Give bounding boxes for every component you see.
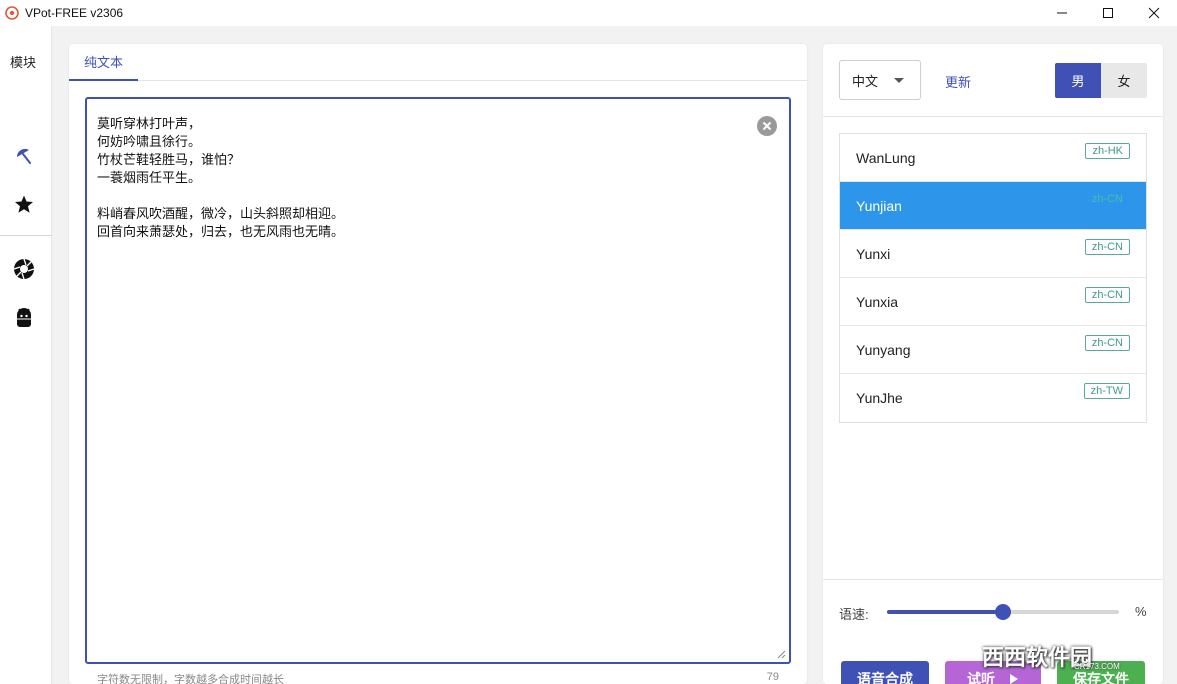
text-input-area[interactable]: 莫听穿林打叶声， 何妨吟啸且徐行。竹杖芒鞋轻胜马，谁怕？ 一蓑烟雨任平生。料峭春风吹… [85,97,791,664]
voice-panel: 中文 更新 男 女 WanLung zh-HK Yunjian zh-CN Yunxi z… [823,44,1163,684]
voice-name: Yunxia [856,293,899,310]
voice-name: YunJhe [856,390,903,406]
panel-divider [823,116,1163,117]
left-nav: 模块 [0,26,52,684]
gender-male-button[interactable]: 男 [1055,63,1101,98]
nav-divider [0,235,52,236]
voice-name: Yunxi [856,245,891,262]
android-icon[interactable] [12,305,36,329]
voice-locale-tag: zh-CN [1084,239,1130,255]
resize-grip-icon[interactable] [776,649,786,659]
voice-item[interactable]: Yunjian zh-CN [840,182,1146,230]
language-value: 中文 [852,73,879,89]
close-button[interactable] [1131,0,1177,26]
voice-list: WanLung zh-HK Yunjian zh-CN Yunxi zh-CN Yunxia… [839,133,1147,423]
voice-name: WanLung [856,149,916,166]
char-limit-hint: 字符数无限制，字数越多合成时间越长 [97,674,284,684]
window-title: VPot-FREE v2306 [25,6,124,20]
window-controls [1039,0,1177,26]
site-watermark: 西西软件园 CR173.COM [982,634,1160,678]
text-line: 莫听穿林打叶声， [97,117,202,132]
text-line: 料峭春风吹酒醒，微冷，山头斜照却相迎。 [97,207,345,222]
watermark-sub: CR173.COM [1074,662,1120,671]
speed-slider-thumb[interactable] [995,604,1011,620]
text-content[interactable]: 莫听穿林打叶声， 何妨吟啸且徐行。竹杖芒鞋轻胜马，谁怕？ 一蓑烟雨任平生。料峭春风吹… [97,116,344,242]
text-line: 一蓑烟雨任平生。 [97,171,202,186]
aperture-icon[interactable] [12,257,36,281]
voice-item[interactable]: YunJhe zh-TW [840,374,1146,422]
tab-bar: 纯文本 [69,44,807,81]
nav-title: 模块 [10,55,37,70]
app-logo-icon [5,6,19,20]
voice-item[interactable]: WanLung zh-HK [840,134,1146,182]
minimize-button[interactable] [1039,0,1085,26]
voice-item[interactable]: Yunyang zh-CN [840,326,1146,374]
voice-locale-tag: zh-HK [1085,143,1130,159]
update-button[interactable]: 更新 [945,72,971,91]
char-count: 79 [766,671,779,683]
voice-locale-tag: zh-CN [1084,335,1130,351]
tab-plain-text[interactable]: 纯文本 [69,44,139,81]
voice-locale-tag: zh-CN [1091,193,1123,205]
clear-text-button[interactable] [757,116,777,136]
text-line: 何妨吟啸且徐行。 [97,135,202,150]
text-line: 回首向来萧瑟处，归去，也无风雨也无晴。 [97,225,345,240]
maximize-button[interactable] [1085,0,1131,26]
star-icon[interactable] [12,192,36,216]
text-line: 竹杖芒鞋轻胜马，谁怕？ [97,153,241,168]
language-select[interactable]: 中文 [839,60,921,100]
text-line [97,188,344,206]
voice-item[interactable]: Yunxia zh-CN [840,278,1146,326]
speed-unit: % [1135,604,1147,619]
voice-name: Yunyang [856,341,911,358]
gender-toggle: 男 女 [1055,63,1147,98]
chevron-down-icon [894,78,904,83]
voice-locale-tag: zh-CN [1084,287,1130,303]
speed-slider[interactable] [887,604,1119,620]
voice-name: Yunjian [856,197,902,214]
title-bar: VPot-FREE v2306 [0,0,1177,26]
umbrella-icon[interactable] [12,144,36,168]
editor-card: 纯文本 莫听穿林打叶声， 何妨吟啸且徐行。竹杖芒鞋轻胜马，谁怕？ 一蓑烟雨任平生。料… [69,44,807,684]
speed-slider-fill [887,610,1003,614]
speed-label: 语速: [839,607,869,622]
panel-divider [823,579,1163,580]
gender-female-button[interactable]: 女 [1101,63,1147,98]
synthesize-button[interactable]: 语音合成 [841,661,929,684]
voice-locale-tag: zh-TW [1083,383,1130,399]
voice-item[interactable]: Yunxi zh-CN [840,230,1146,278]
